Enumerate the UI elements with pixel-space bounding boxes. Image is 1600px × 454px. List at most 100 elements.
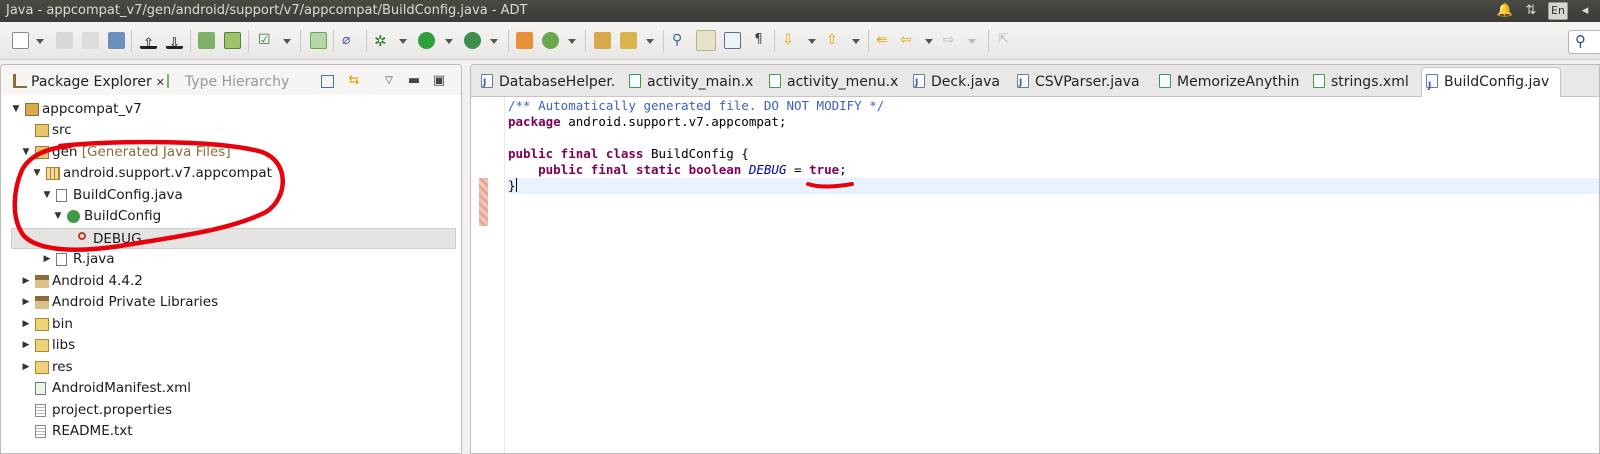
new-dropdown-icon[interactable] [36,39,44,44]
tab-buildconfig-java[interactable]: J BuildConfig.jav [1421,67,1561,97]
tab-memorizeanything[interactable]: MemorizeAnythin [1155,71,1299,97]
sdk-manager-icon[interactable] [198,32,215,49]
tree-item-readme[interactable]: README.txt [1,421,461,442]
tree-item-android-private-libraries[interactable]: ▶ Android Private Libraries [1,292,461,313]
view-tab-bar: Package Explorer ✕ Type Hierarchy ⇆ ▽ ▬ ▣ [1,65,461,95]
tree-label: project.properties [52,402,173,418]
code-editor[interactable]: /** Automatically generated file. DO NOT… [507,98,1599,194]
quick-access-search[interactable]: ⚲ [1568,30,1600,54]
view-menu-icon[interactable]: ▽ [381,73,397,89]
new-class-dropdown-icon[interactable] [568,39,576,44]
back-icon[interactable]: ⇦ [900,32,917,49]
new-java-class-icon[interactable] [542,32,559,49]
tab-label: Package Explorer [31,74,152,90]
tab-databasehelper[interactable]: J DatabaseHelper. [477,71,615,97]
collapsed-arrow-icon[interactable]: ▶ [21,335,31,356]
forward-dropdown-icon[interactable] [968,39,976,44]
debug-dropdown-icon[interactable] [399,39,407,44]
lint-dropdown-icon[interactable] [283,39,291,44]
editor-gutter[interactable] [471,97,505,453]
show-whitespace-icon[interactable]: ¶ [750,32,767,49]
skip-breakpoints-icon[interactable]: ⌀ [342,32,359,49]
new-java-package-icon[interactable] [516,32,533,49]
run-external-tools-icon[interactable] [464,32,481,49]
debug-icon[interactable]: ✲ [374,32,391,50]
maximize-icon[interactable]: ▣ [431,73,447,89]
tab-deck-java[interactable]: J Deck.java [909,71,1000,97]
toggle-breadcrumb-icon[interactable]: ⚲ [672,32,689,49]
previous-annotation-icon[interactable]: ⇧ [826,32,843,49]
toggle-block-selection-icon[interactable] [724,32,741,49]
link-with-editor-icon[interactable]: ⇆ [346,73,362,89]
new-android-project-icon[interactable] [310,32,327,49]
tree-item-src[interactable]: src [1,120,461,141]
keyboard-layout-indicator[interactable]: En [1548,2,1568,20]
forward-icon[interactable]: ⇨ [943,32,960,49]
tab-type-hierarchy[interactable]: Type Hierarchy [167,69,289,95]
collapse-all-icon[interactable] [321,75,334,88]
editor-area: J DatabaseHelper. activity_main.x activit… [470,64,1600,454]
last-edit-location-icon[interactable]: ⇚ [876,32,893,49]
back-dropdown-icon[interactable] [925,39,933,44]
title-bar: Java - appcompat_v7/gen/android/support/… [0,0,1600,22]
tab-strings-xml[interactable]: strings.xml [1309,71,1409,97]
run-icon[interactable] [418,32,435,49]
save-all-icon[interactable] [82,32,99,49]
close-icon[interactable]: ✕ [156,76,165,89]
collapsed-arrow-icon[interactable]: ▶ [21,271,31,292]
tree-item-res[interactable]: ▶ res [1,357,461,378]
collapsed-arrow-icon[interactable]: ▶ [21,292,31,313]
expanded-arrow-icon[interactable]: ▼ [21,142,31,163]
volume-icon[interactable]: ◂ [1576,2,1594,20]
next-annotation-dropdown-icon[interactable] [808,39,816,44]
tree-item-debug-field[interactable]: DEBUG [11,228,456,249]
tree-item-appcompat_v7[interactable]: ▼ appcompat_v7 [1,99,461,120]
tree-item-buildconfig-java[interactable]: ▼ BuildConfig.java [1,185,461,206]
toolbar-separator [131,30,132,52]
tree-item-gen[interactable]: ▼ gen [Generated Java Files] [1,142,461,163]
search-dropdown-icon[interactable] [646,39,654,44]
tree-item-libs[interactable]: ▶ libs [1,335,461,356]
external-tools-dropdown-icon[interactable] [490,39,498,44]
expanded-arrow-icon[interactable]: ▼ [32,163,42,184]
next-annotation-icon[interactable]: ⇩ [782,32,799,49]
save-icon[interactable] [56,32,73,49]
tab-label: Deck.java [931,74,1000,90]
import-icon[interactable]: ⇩ [166,32,183,51]
expanded-arrow-icon[interactable]: ▼ [53,206,63,227]
tab-csvparser-java[interactable]: J CSVParser.java [1013,71,1140,97]
toggle-mark-occurrences-icon[interactable] [696,30,716,51]
collapsed-arrow-icon[interactable]: ▶ [42,249,52,270]
expanded-arrow-icon[interactable]: ▼ [42,185,52,206]
run-dropdown-icon[interactable] [445,39,453,44]
tree-item-android-442[interactable]: ▶ Android 4.4.2 [1,271,461,292]
avd-manager-icon[interactable] [224,32,241,49]
expanded-arrow-icon[interactable]: ▼ [11,99,21,120]
change-marker[interactable] [479,178,488,226]
minimize-icon[interactable]: ▬ [406,73,422,89]
lint-check-icon[interactable]: ☑ [258,32,275,49]
tree-item-androidmanifest[interactable]: AndroidManifest.xml [1,378,461,399]
java-file-icon [56,253,67,266]
tree-item-project-properties[interactable]: project.properties [1,400,461,421]
pin-editor-icon[interactable]: ⇱ [998,32,1015,49]
tab-activity-main[interactable]: activity_main.x [625,71,753,97]
new-icon[interactable] [12,32,29,49]
tree-item-package[interactable]: ▼ android.support.v7.appcompat [1,163,461,184]
previous-annotation-dropdown-icon[interactable] [852,39,860,44]
network-icon[interactable]: ⇅ [1522,2,1540,20]
collapsed-arrow-icon[interactable]: ▶ [21,357,31,378]
tree-item-bin[interactable]: ▶ bin [1,314,461,335]
search-tool-icon[interactable] [620,32,637,49]
tab-package-explorer[interactable]: Package Explorer ✕ [13,69,165,95]
print-icon[interactable] [108,32,125,49]
tree-item-buildconfig-class[interactable]: ▼ BuildConfig [1,206,461,227]
xml-file-icon [35,382,46,395]
mail-icon[interactable]: 🔔 [1496,2,1514,20]
open-type-icon[interactable] [594,32,611,49]
toolbar-separator [774,30,775,52]
tree-item-r-java[interactable]: ▶ R.java [1,249,461,270]
export-icon[interactable]: ⇧ [140,32,157,51]
tab-activity-menu[interactable]: activity_menu.x [765,71,898,97]
collapsed-arrow-icon[interactable]: ▶ [21,314,31,335]
